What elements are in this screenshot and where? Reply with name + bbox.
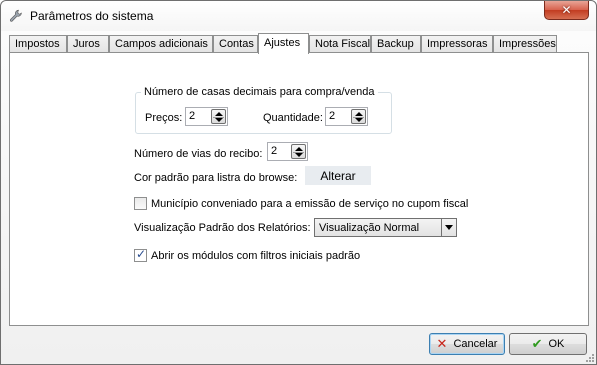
quantidade-spin-arrows[interactable]: [351, 109, 366, 124]
spin-up-icon[interactable]: [355, 112, 363, 116]
visualizacao-select[interactable]: Visualização Normal: [314, 218, 457, 237]
vias-spinner[interactable]: 2: [267, 142, 308, 161]
vias-value: 2: [271, 145, 278, 157]
cor-label: Cor padrão para listra do browse:: [134, 172, 298, 184]
tab-strip: Impostos Juros Campos adicionais Contas …: [9, 33, 589, 54]
visualizacao-label: Visualização Padrão dos Relatórios:: [134, 222, 311, 234]
quantidade-label: Quantidade:: [263, 112, 323, 124]
cancel-button[interactable]: ✕ Cancelar: [429, 333, 505, 355]
municipio-checkbox[interactable]: [134, 197, 147, 210]
close-icon: ✕: [561, 3, 572, 17]
quantidade-value: 2: [329, 110, 336, 122]
red-x-icon: ✕: [436, 336, 448, 351]
precos-spinner[interactable]: 2: [185, 107, 228, 126]
green-check-icon: ✔: [531, 336, 543, 351]
abrir-label[interactable]: Abrir os módulos com filtros iniciais pa…: [151, 250, 360, 262]
precos-label: Preços:: [145, 112, 183, 124]
tab-nota-fiscal[interactable]: Nota Fiscal: [309, 35, 371, 53]
tab-impostos[interactable]: Impostos: [9, 35, 67, 53]
cancel-label: Cancelar: [453, 338, 498, 350]
title-bar[interactable]: Parâmetros do sistema ✕: [1, 1, 596, 31]
vias-spin-arrows[interactable]: [291, 144, 306, 159]
tab-contas[interactable]: Contas: [213, 35, 258, 53]
tab-impressoras[interactable]: Impressoras: [421, 35, 493, 53]
spin-down-icon[interactable]: [215, 118, 223, 122]
municipio-label[interactable]: Município conveniado para a emissão de s…: [151, 198, 468, 210]
ok-label: OK: [548, 338, 565, 350]
decimals-group-title: Número de casas decimais para compra/ven…: [141, 86, 378, 98]
resize-grip-icon[interactable]: [585, 353, 595, 363]
vias-label: Número de vias do recibo:: [134, 148, 263, 160]
precos-spin-arrows[interactable]: [211, 109, 226, 124]
tab-juros[interactable]: Juros: [67, 35, 109, 53]
precos-value: 2: [189, 110, 196, 122]
dialog-window: Parâmetros do sistema ✕ Impostos Juros C…: [0, 0, 597, 365]
abrir-checkbox[interactable]: ✓: [134, 247, 147, 262]
spin-up-icon[interactable]: [215, 112, 223, 116]
quantidade-spinner[interactable]: 2: [325, 107, 368, 126]
ok-button[interactable]: ✔ OK: [509, 333, 587, 355]
wrench-icon: [9, 9, 22, 22]
checkmark-icon: ✓: [136, 247, 147, 261]
tab-campos-adicionais[interactable]: Campos adicionais: [109, 35, 213, 53]
visualizacao-value: Visualização Normal: [319, 222, 420, 234]
window-title: Parâmetros do sistema: [30, 9, 154, 23]
spin-up-icon[interactable]: [295, 147, 303, 151]
close-button[interactable]: ✕: [544, 1, 589, 20]
chevron-down-icon[interactable]: [441, 219, 456, 236]
spin-down-icon[interactable]: [295, 153, 303, 157]
alterar-button[interactable]: Alterar: [305, 166, 371, 185]
spin-down-icon[interactable]: [355, 118, 363, 122]
tab-backup[interactable]: Backup: [371, 35, 421, 53]
tab-impressoes[interactable]: Impressões: [493, 35, 557, 53]
tab-ajustes[interactable]: Ajustes: [258, 33, 309, 54]
